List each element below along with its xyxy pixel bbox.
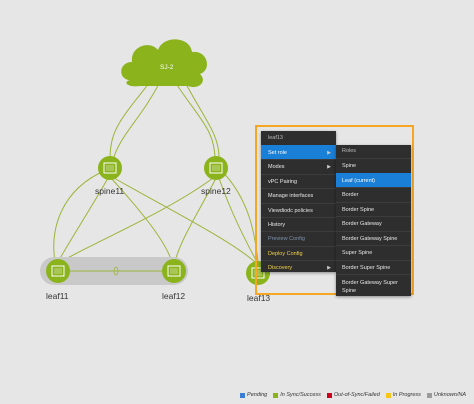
fabric-links xyxy=(53,81,259,263)
legend-swatch-icon xyxy=(240,392,246,398)
legend-swatch-icon xyxy=(326,392,332,398)
status-legend: Pending In Sync/Success Out-of-Sync/Failed… xyxy=(240,392,466,398)
spine11-label: spine11 xyxy=(95,186,125,196)
context-menu-item-label: Deploy Config xyxy=(268,250,303,257)
submenu-arrow-icon: ▶ xyxy=(327,164,331,171)
context-menu-item[interactable]: History xyxy=(261,216,336,231)
legend-swatch-icon xyxy=(426,392,432,398)
context-menu-item[interactable]: Discovery ▶ xyxy=(261,260,336,274)
context-menu-item[interactable]: Manage interfaces xyxy=(261,188,336,202)
role-option[interactable]: Spine xyxy=(336,158,411,173)
node-context-menu: leaf13 Set role ▶ Modes ▶ vPC Pairing Manage … xyxy=(261,131,336,272)
context-menu-item[interactable]: Modes ▶ xyxy=(261,159,336,173)
spine12-node[interactable] xyxy=(204,156,228,180)
leaf11-label: leaf11 xyxy=(46,291,69,301)
leaf12-label: leaf12 xyxy=(162,291,186,301)
legend-label: Unknown/NA xyxy=(433,392,466,398)
legend-label: In Sync/Success xyxy=(280,392,321,398)
legend-swatch-icon xyxy=(273,392,279,398)
role-option[interactable]: Border Gateway Spine xyxy=(336,230,411,246)
role-option[interactable]: Border Gateway xyxy=(336,216,411,231)
spine11-node[interactable] xyxy=(98,156,122,180)
role-option[interactable]: Super Spine xyxy=(336,245,411,260)
context-menu-item-label: Preview Config xyxy=(268,236,305,243)
context-menu-item[interactable]: vPC Pairing xyxy=(261,173,336,188)
role-option[interactable]: Border xyxy=(336,187,411,202)
spine12-label: spine12 xyxy=(201,186,231,196)
role-option[interactable]: Border Gateway Super Spine xyxy=(336,274,411,298)
context-menu-item-label: Set role xyxy=(268,150,287,156)
set-role-submenu: Roles Spine Leaf (current) Border Border Sp… xyxy=(336,145,411,296)
role-option[interactable]: Border Super Spine xyxy=(336,259,411,275)
cloud-label: SJ-2 xyxy=(160,64,174,71)
legend-item: Pending xyxy=(240,392,267,398)
role-option[interactable]: Leaf (current) xyxy=(336,172,411,187)
submenu-header: Roles xyxy=(342,148,357,154)
leaf12-node[interactable] xyxy=(162,259,186,283)
context-menu-item[interactable]: Set role ▶ xyxy=(261,145,336,160)
submenu-arrow-icon: ▶ xyxy=(327,150,331,156)
context-menu-item[interactable]: Viewdiodc policies xyxy=(261,202,336,217)
role-option[interactable]: Border Spine xyxy=(336,201,411,217)
legend-swatch-icon xyxy=(385,392,391,398)
context-menu-item-label: vPC Pairing xyxy=(268,178,298,185)
legend-label: Pending xyxy=(247,392,268,398)
legend-label: Out-of-Sync/Failed xyxy=(333,392,380,398)
context-menu-item-label: Manage interfaces xyxy=(268,193,314,200)
legend-item: Out-of-Sync/Failed xyxy=(326,392,380,398)
context-menu-item[interactable]: Deploy Config xyxy=(261,245,336,260)
context-menu-header: leaf13 xyxy=(268,135,283,141)
legend-item: Unknown/NA xyxy=(426,392,466,398)
context-menu-item[interactable]: Preview Config xyxy=(261,231,336,245)
context-menu-item-label: Discovery xyxy=(268,265,293,272)
legend-item: In Sync/Success xyxy=(273,392,321,398)
legend-item: In Progress xyxy=(385,392,421,398)
legend-label: In Progress xyxy=(392,392,421,398)
context-menu-item-label: History xyxy=(268,221,286,228)
leaf11-node[interactable] xyxy=(46,259,70,283)
context-menu-item-label: Modes xyxy=(268,164,285,171)
submenu-arrow-icon: ▶ xyxy=(327,265,331,272)
context-menu-item-label: Viewdiodc policies xyxy=(268,207,313,214)
